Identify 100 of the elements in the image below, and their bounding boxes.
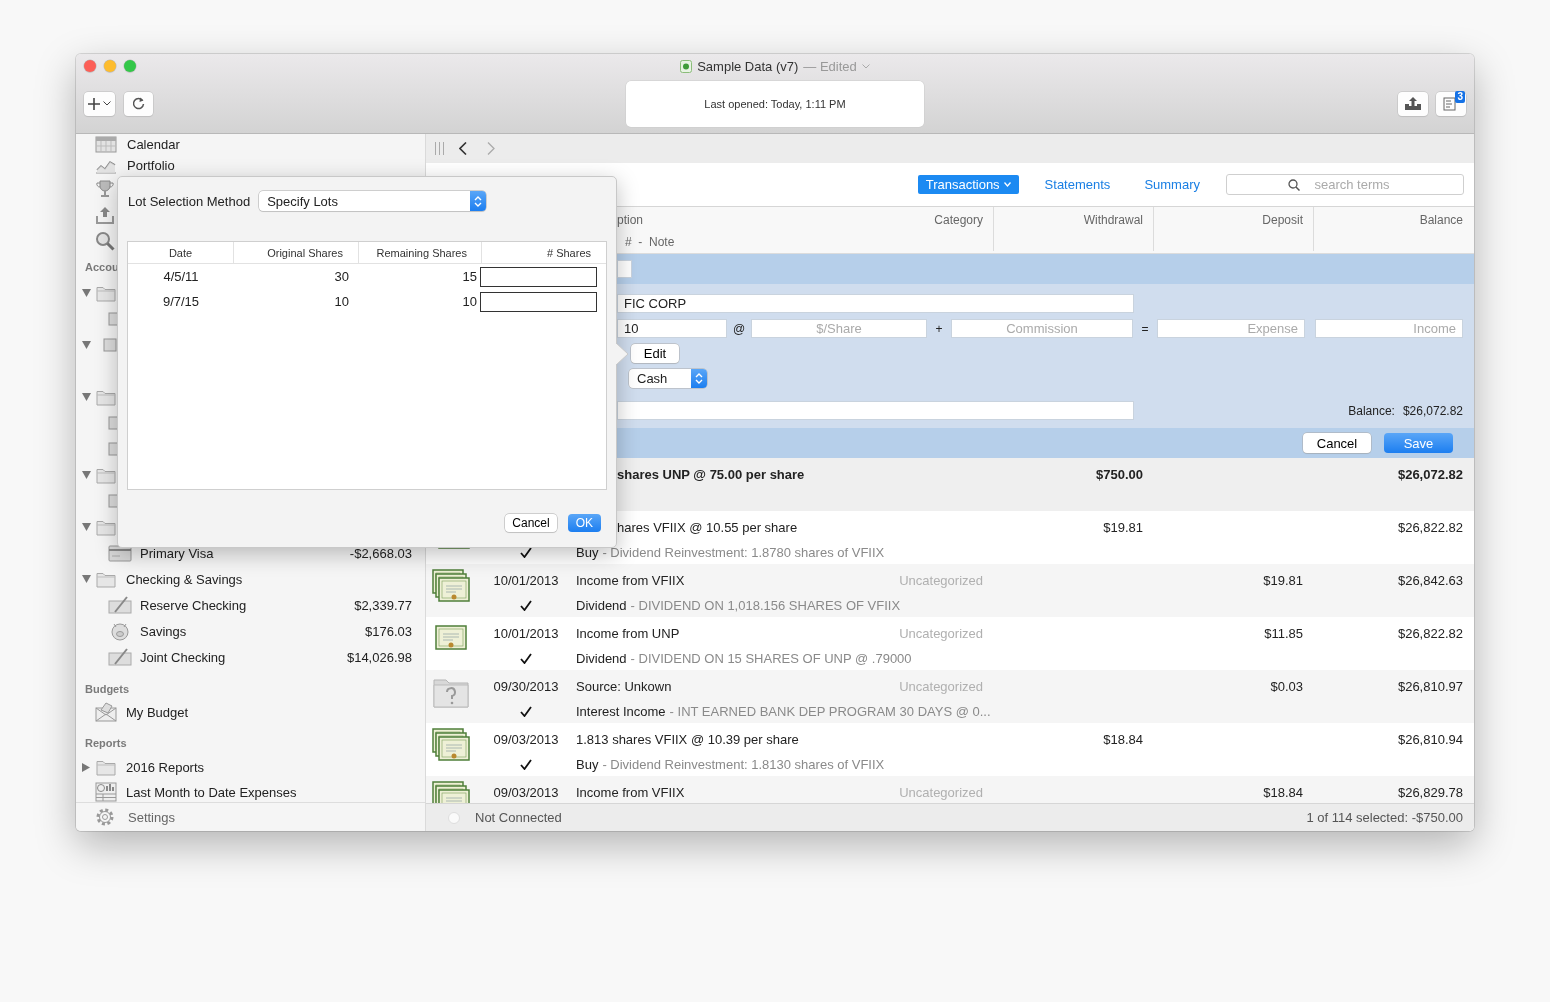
date-text: 10/01/2013 xyxy=(493,573,559,588)
lot-date: 4/5/11 xyxy=(162,269,200,284)
cancel-button[interactable]: Cancel xyxy=(505,514,557,532)
search-icon xyxy=(1288,179,1300,191)
balance-label: Balance: xyxy=(1348,403,1395,418)
transaction-description: shares UNP @ 75.00 per share xyxy=(617,467,805,482)
shares-input[interactable] xyxy=(480,291,597,312)
transaction-row[interactable]: 10/01/2013 Income from UNP Uncategorized Dividend - DIVIDEND ON 15 SHARES OF UNP @ .79000 $11.85 $26,822.82 xyxy=(426,617,1474,670)
category-text: Uncategorized xyxy=(899,626,983,641)
refresh-icon xyxy=(132,97,145,110)
disclosure-triangle-icon xyxy=(82,393,91,401)
deposit-amount: $18.84 xyxy=(1263,785,1303,800)
date-text: 10/01/2013 xyxy=(493,626,559,641)
account-balance: $2,339.77 xyxy=(354,597,413,613)
view-tab[interactable]: Transactions xyxy=(917,175,1019,194)
search-icon xyxy=(95,231,115,251)
sidebar-item[interactable]: Last Month to Date Expenses xyxy=(76,780,425,802)
view-tab[interactable]: Statements xyxy=(1036,175,1119,194)
sidebar-item[interactable]: Calendar xyxy=(76,134,425,155)
reconcile-button[interactable]: 3 xyxy=(1436,91,1466,116)
account-balance: -$2,668.03 xyxy=(349,545,413,561)
memo-field[interactable] xyxy=(617,401,1134,420)
category-text: Uncategorized xyxy=(899,785,983,800)
refresh-button[interactable] xyxy=(124,91,153,116)
shares-input[interactable] xyxy=(480,266,597,287)
envelope-icon xyxy=(95,702,117,722)
date-text: 09/30/2013 xyxy=(493,679,559,694)
transaction-description: hares VFIIX @ 10.55 per share xyxy=(617,520,798,535)
tray-upload-icon xyxy=(1404,96,1422,111)
upload-icon xyxy=(95,206,115,224)
stepper-icon xyxy=(695,373,703,384)
account-select[interactable]: Cash xyxy=(629,369,707,388)
sidebar-item[interactable]: Reserve Checking $2,339.77 xyxy=(76,592,425,618)
memo-text: - INT EARNED BANK DEP PROGRAM 30 DAYS @ 0... xyxy=(669,704,991,719)
field-label: Lot Selection Method xyxy=(128,193,251,209)
transaction-type: Dividend xyxy=(576,651,627,666)
add-button[interactable] xyxy=(84,91,115,116)
account-balance: $14,026.98 xyxy=(346,649,413,665)
ledger-icon xyxy=(1443,96,1459,111)
shares-field[interactable]: 10 xyxy=(617,319,727,338)
search-field[interactable]: search terms xyxy=(1226,174,1464,195)
transaction-type: Buy xyxy=(576,545,599,560)
transaction-row[interactable]: 09/03/2013 Income from VFIIX Uncategorized $18.84 $26,829.78 xyxy=(426,776,1474,803)
edited-label: — Edited xyxy=(803,58,857,74)
trophy-icon xyxy=(95,180,115,198)
sidebar-item[interactable]: My Budget xyxy=(76,700,425,724)
balance-amount: $26,829.78 xyxy=(1397,785,1463,800)
sidebar-group[interactable]: Checking & Savings xyxy=(76,566,425,592)
transaction-row[interactable]: 10/01/2013 Income from VFIIX Uncategorized Dividend - DIVIDEND ON 1,018.156 SHARES OF VFIIX $19.81 $26,842.63 xyxy=(426,564,1474,617)
column-header: Deposit xyxy=(1262,213,1303,227)
sidebar-item[interactable]: Portfolio xyxy=(76,155,425,176)
transaction-type: Dividend xyxy=(576,598,627,613)
selection-summary: 1 of 114 selected: -$750.00 xyxy=(1306,810,1463,825)
disclosure-triangle-icon xyxy=(82,471,91,479)
balance-amount: $26,810.94 xyxy=(1397,732,1463,747)
deposit-amount: $11.85 xyxy=(1264,626,1303,641)
settings-button[interactable]: Settings xyxy=(76,802,425,831)
connection-status-icon xyxy=(448,811,460,824)
sidebar-group[interactable]: 2016 Reports xyxy=(76,754,425,780)
sidebar-item-label: Joint Checking xyxy=(140,649,226,665)
column-header: # Shares xyxy=(546,245,591,261)
notification-badge: 3 xyxy=(1455,90,1465,103)
lot-method-select[interactable]: Specify Lots xyxy=(259,191,487,211)
income-field[interactable]: Income xyxy=(1315,319,1463,338)
settings-icon xyxy=(94,806,116,828)
view-tab[interactable]: Summary xyxy=(1136,175,1208,194)
section-heading: Reports xyxy=(85,737,127,749)
window-title: Sample Data (v7) xyxy=(697,58,799,74)
checkbook-icon xyxy=(108,648,132,666)
balance-value: $26,072.82 xyxy=(1402,403,1463,418)
date-field[interactable] xyxy=(617,260,632,278)
category-text: Uncategorized xyxy=(899,573,983,588)
export-button[interactable] xyxy=(1398,91,1428,116)
transaction-row[interactable]: 09/03/2013 1.813 shares VFIIX @ 10.39 per share Buy - Dividend Reinvestment: 1.8130 shares of VFIIX $18.84 $26,810.94 xyxy=(426,723,1474,776)
commission-field[interactable]: Commission xyxy=(951,319,1133,338)
payee-field[interactable]: FIC CORP xyxy=(617,294,1134,313)
withdrawal-amount: $19.81 xyxy=(1103,520,1143,535)
disclosure-triangle-icon xyxy=(82,289,91,297)
balance-amount: $26,072.82 xyxy=(1397,467,1463,482)
column-header: ption xyxy=(616,213,644,227)
date-text: 09/03/2013 xyxy=(493,785,559,800)
sidebar-item-label: Savings xyxy=(140,623,187,639)
edit-button[interactable]: Edit xyxy=(631,344,679,363)
sidebar-item-label: Checking & Savings xyxy=(126,571,243,587)
memo-text: - Dividend Reinvestment: 1.8780 shares of VFIIX xyxy=(602,545,885,560)
column-header: Withdrawal xyxy=(1083,213,1143,227)
transaction-row[interactable]: 09/30/2013 Source: Unkown Uncategorized Interest Income - INT EARNED BANK DEP PROGRAM 30 DAYS @ 0... $0.03 $26,810.97 xyxy=(426,670,1474,723)
cancel-button[interactable]: Cancel xyxy=(1303,433,1371,453)
transaction-description: Source: Unkown xyxy=(576,679,672,694)
sidebar-item-label: My Budget xyxy=(126,704,189,720)
remaining-shares: 15 xyxy=(461,269,478,284)
date-text: 09/03/2013 xyxy=(493,732,559,747)
sidebar-item-label: 2016 Reports xyxy=(126,759,205,775)
folder-icon xyxy=(96,758,116,776)
sidebar-item[interactable]: Joint Checking $14,026.98 xyxy=(76,644,425,670)
sidebar-item[interactable]: Savings $176.03 xyxy=(76,618,425,644)
account-balance: $176.03 xyxy=(365,623,413,639)
transaction-description: Income from UNP xyxy=(576,626,680,641)
price-field[interactable]: $/Share xyxy=(751,319,927,338)
expense-field[interactable]: Expense xyxy=(1157,319,1305,338)
